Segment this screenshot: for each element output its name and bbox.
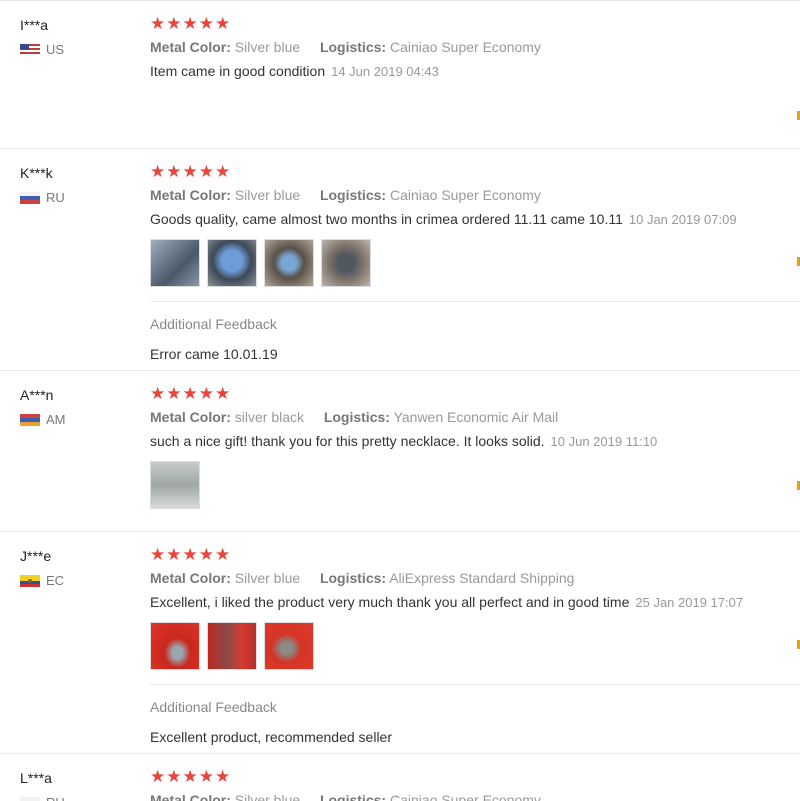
- reviewer-country: EC: [20, 573, 64, 588]
- reviewer-country: AM: [20, 412, 66, 427]
- reviewer-info: L***a RU: [20, 770, 65, 801]
- review-photos: [150, 461, 800, 509]
- product-attributes: Metal Color: Silver blue Logistics: AliE…: [150, 570, 800, 586]
- logistics-label: Logistics:: [320, 39, 386, 55]
- logistics-value: Cainiao Super Economy: [390, 187, 541, 203]
- country-code: EC: [46, 573, 64, 588]
- review-photo-thumbnail[interactable]: [150, 622, 200, 670]
- logistics-value: AliExpress Standard Shipping: [389, 570, 574, 586]
- comment-text: Excellent, i liked the product very much…: [150, 594, 629, 610]
- review-photos: [150, 239, 800, 287]
- metal-color-value: Silver blue: [235, 187, 300, 203]
- additional-feedback: Additional Feedback Excellent product, r…: [150, 684, 800, 745]
- review-comment: Item came in good condition 14 Jun 2019 0…: [150, 63, 800, 79]
- review-item: I***a US ★★★★★ Metal Color: Silver blue …: [0, 0, 800, 149]
- metal-color-value: Silver blue: [235, 39, 300, 55]
- reviewer-name: L***a: [20, 770, 65, 786]
- additional-feedback-text: Error came 10.01.19: [150, 346, 800, 362]
- product-attributes: Metal Color: Silver blue Logistics: Cain…: [150, 39, 800, 55]
- reviewer-name: A***n: [20, 387, 66, 403]
- country-code: AM: [46, 412, 66, 427]
- star-rating: ★★★★★: [150, 768, 800, 786]
- product-attributes: Metal Color: silver black Logistics: Yan…: [150, 409, 800, 425]
- review-photo-thumbnail[interactable]: [321, 239, 371, 287]
- logistics-value: Yanwen Economic Air Mail: [394, 409, 559, 425]
- ec-flag-icon: [20, 575, 40, 587]
- ru-flag-icon: [20, 192, 40, 204]
- review-comment: such a nice gift! thank you for this pre…: [150, 433, 800, 449]
- star-rating: ★★★★★: [150, 163, 800, 181]
- metal-color-value: silver black: [235, 409, 304, 425]
- review-photo-thumbnail[interactable]: [150, 461, 200, 509]
- review-date: 10 Jan 2019 07:09: [629, 212, 737, 227]
- us-flag-icon: [20, 44, 40, 56]
- logistics-label: Logistics:: [320, 570, 386, 586]
- country-code: RU: [46, 795, 65, 801]
- review-comment: Excellent, i liked the product very much…: [150, 594, 800, 610]
- metal-color-label: Metal Color:: [150, 409, 231, 425]
- ru-flag-icon: [20, 797, 40, 801]
- metal-color-label: Metal Color:: [150, 39, 231, 55]
- additional-feedback-label: Additional Feedback: [150, 699, 800, 715]
- star-rating: ★★★★★: [150, 15, 800, 33]
- review-photos: [150, 622, 800, 670]
- country-code: US: [46, 42, 64, 57]
- metal-color-label: Metal Color:: [150, 187, 231, 203]
- logistics-label: Logistics:: [320, 187, 386, 203]
- reviewer-country: RU: [20, 190, 65, 205]
- review-item: A***n AM ★★★★★ Metal Color: silver black…: [0, 370, 800, 532]
- reviewer-info: I***a US: [20, 17, 64, 57]
- review-item: J***e EC ★★★★★ Metal Color: Silver blue …: [0, 531, 800, 754]
- metal-color-label: Metal Color:: [150, 570, 231, 586]
- am-flag-icon: [20, 414, 40, 426]
- reviewer-info: K***k RU: [20, 165, 65, 205]
- review-date: 14 Jun 2019 04:43: [331, 64, 439, 79]
- comment-text: Item came in good condition: [150, 63, 325, 79]
- review-photo-thumbnail[interactable]: [207, 239, 257, 287]
- logistics-label: Logistics:: [324, 409, 390, 425]
- review-item: L***a RU ★★★★★ Metal Color: Silver blue …: [0, 753, 800, 801]
- reviewer-name: I***a: [20, 17, 64, 33]
- review-photo-thumbnail[interactable]: [264, 622, 314, 670]
- additional-feedback-text: Excellent product, recommended seller: [150, 729, 800, 745]
- reviewer-info: A***n AM: [20, 387, 66, 427]
- logistics-value: Cainiao Super Economy: [390, 39, 541, 55]
- review-photo-thumbnail[interactable]: [207, 622, 257, 670]
- review-date: 25 Jan 2019 17:07: [635, 595, 743, 610]
- review-item: K***k RU ★★★★★ Metal Color: Silver blue …: [0, 148, 800, 371]
- reviewer-name: J***e: [20, 548, 64, 564]
- reviewer-country: US: [20, 42, 64, 57]
- star-rating: ★★★★★: [150, 546, 800, 564]
- country-code: RU: [46, 190, 65, 205]
- additional-feedback-label: Additional Feedback: [150, 316, 800, 332]
- star-rating: ★★★★★: [150, 385, 800, 403]
- reviewer-name: K***k: [20, 165, 65, 181]
- product-attributes: Metal Color: Silver blue Logistics: Cain…: [150, 187, 800, 203]
- reviewer-info: J***e EC: [20, 548, 64, 588]
- review-comment: Goods quality, came almost two months in…: [150, 211, 800, 227]
- review-date: 10 Jun 2019 11:10: [551, 434, 658, 449]
- reviewer-country: RU: [20, 795, 65, 801]
- metal-color-value: Silver blue: [235, 570, 300, 586]
- comment-text: Goods quality, came almost two months in…: [150, 211, 623, 227]
- review-photo-thumbnail[interactable]: [150, 239, 200, 287]
- comment-text: such a nice gift! thank you for this pre…: [150, 433, 545, 449]
- review-photo-thumbnail[interactable]: [264, 239, 314, 287]
- additional-feedback: Additional Feedback Error came 10.01.19: [150, 301, 800, 362]
